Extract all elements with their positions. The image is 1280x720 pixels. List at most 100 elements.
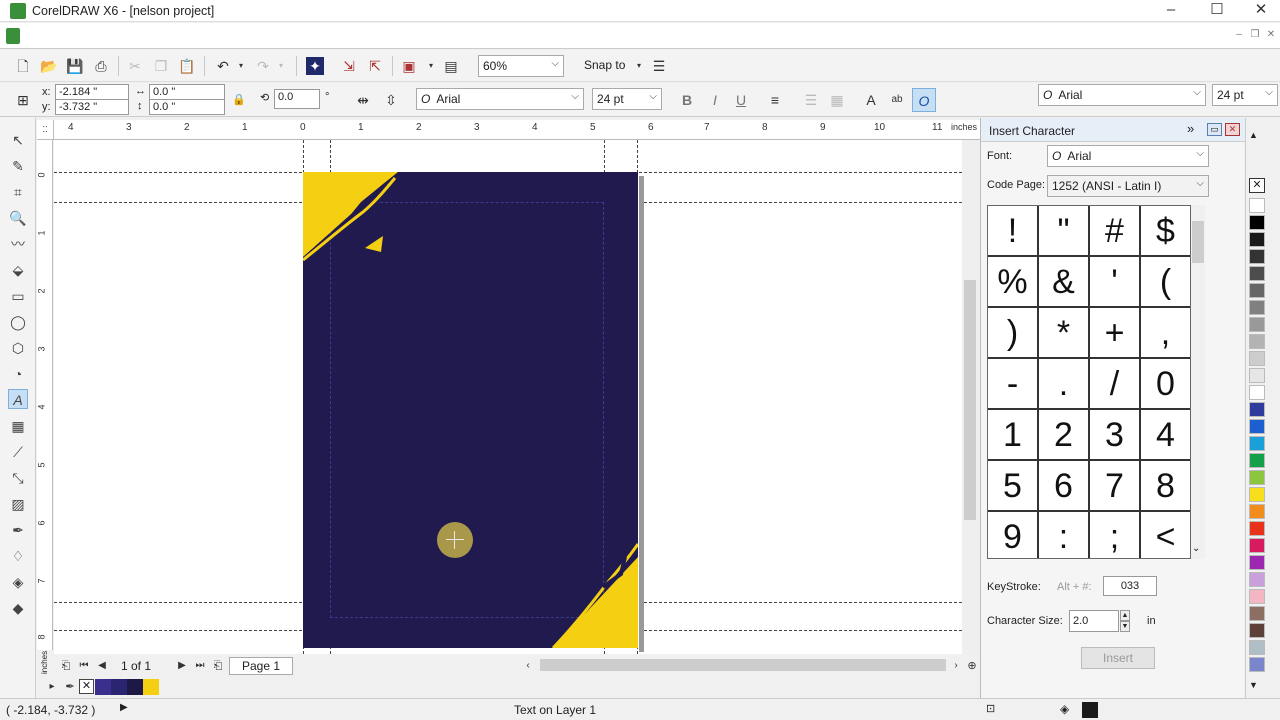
palette-swatch[interactable] bbox=[1249, 521, 1265, 536]
print-icon[interactable]: ⎙ bbox=[92, 57, 110, 75]
status-arrow-icon[interactable]: ▶ bbox=[120, 702, 128, 713]
undo-icon[interactable]: ↶ bbox=[214, 57, 232, 75]
insert-button[interactable]: Insert bbox=[1081, 647, 1155, 669]
character-cell[interactable]: ) bbox=[988, 308, 1039, 359]
document-page[interactable] bbox=[303, 172, 638, 648]
ruler-origin[interactable]: ⁚⁚ bbox=[37, 120, 54, 140]
freehand-tool-icon[interactable]: 〰 bbox=[8, 234, 28, 254]
color-eyedropper-icon[interactable]: ✒ bbox=[61, 678, 79, 696]
palette-swatch[interactable] bbox=[1249, 538, 1265, 553]
drawing-window[interactable] bbox=[54, 140, 962, 654]
palette-swatch[interactable] bbox=[1249, 555, 1265, 570]
character-cell[interactable]: * bbox=[1039, 308, 1090, 359]
horizontal-scroll-thumb[interactable] bbox=[540, 659, 946, 671]
no-color-swatch[interactable]: ✕ bbox=[79, 679, 94, 694]
zoom-fit-icon[interactable]: ⊕ bbox=[963, 657, 981, 675]
ellipse-tool-icon[interactable]: ◯ bbox=[8, 312, 28, 332]
palette-swatch[interactable] bbox=[1249, 266, 1265, 281]
welcome-screen-icon[interactable]: ▤ bbox=[442, 57, 460, 75]
text-tool-icon[interactable]: A bbox=[8, 389, 28, 409]
scroll-left-icon[interactable]: ‹ bbox=[519, 657, 537, 675]
copy-icon[interactable]: ❐ bbox=[152, 57, 170, 75]
palette-swatch[interactable] bbox=[1249, 317, 1265, 332]
options-icon[interactable]: ☰ bbox=[650, 57, 668, 75]
mdi-close-button[interactable]: ✕ bbox=[1264, 28, 1278, 42]
add-page-icon[interactable]: ⎗ bbox=[57, 657, 75, 675]
character-cell[interactable]: 0 bbox=[1141, 359, 1190, 410]
palette-swatch[interactable] bbox=[1249, 198, 1265, 213]
character-cell[interactable]: 3 bbox=[1090, 410, 1141, 461]
add-page-after-icon[interactable]: ⎗ bbox=[209, 657, 227, 675]
palette-menu-icon[interactable]: ▸ bbox=[43, 678, 61, 696]
effects-tool-icon[interactable]: ▨ bbox=[8, 494, 28, 514]
size-down-icon[interactable]: ▼ bbox=[1120, 621, 1130, 632]
palette-swatch[interactable] bbox=[1249, 640, 1265, 655]
first-page-icon[interactable]: ⏮ bbox=[75, 657, 93, 675]
character-grid-scrollbar[interactable]: ⌄ bbox=[1191, 205, 1205, 559]
horizontal-ruler[interactable]: 4 3 2 1 0 1 2 3 4 5 6 7 8 9 10 11 inches bbox=[54, 120, 980, 140]
smart-fill-icon[interactable]: ⬙ bbox=[8, 260, 28, 280]
edit-text-icon[interactable]: ab bbox=[888, 91, 906, 109]
size-up-icon[interactable]: ▲ bbox=[1120, 610, 1130, 621]
undo-dropdown-icon[interactable]: ▾ bbox=[232, 57, 250, 75]
document-swatch[interactable] bbox=[127, 679, 143, 695]
application-launcher-icon[interactable]: ▣ bbox=[400, 57, 418, 75]
palette-swatch[interactable] bbox=[1249, 572, 1265, 587]
x-position-field[interactable]: -2.184 " bbox=[55, 84, 129, 100]
page-tab[interactable]: Page 1 bbox=[229, 657, 293, 675]
close-button[interactable]: ✕ bbox=[1238, 0, 1280, 22]
paste-icon[interactable]: 📋 bbox=[178, 57, 196, 75]
font-size-select-right[interactable]: 24 pt ⌵ bbox=[1212, 84, 1278, 106]
eyedropper-tool-icon[interactable]: ✒ bbox=[8, 520, 28, 540]
new-document-icon[interactable]: 🗋 bbox=[14, 57, 32, 75]
underline-icon[interactable]: U bbox=[732, 91, 750, 109]
palette-scroll-down-icon[interactable]: ▼ bbox=[1249, 680, 1258, 690]
fill-indicator-icon[interactable]: ◈ bbox=[1060, 702, 1069, 716]
mdi-minimize-button[interactable]: – bbox=[1232, 28, 1246, 42]
character-cell[interactable]: ; bbox=[1090, 512, 1141, 558]
vertical-scroll-thumb[interactable] bbox=[964, 280, 976, 520]
character-cell[interactable]: . bbox=[1039, 359, 1090, 410]
palette-scroll-up-icon[interactable]: ▲ bbox=[1249, 130, 1258, 140]
text-align-icon[interactable]: ≡ bbox=[766, 91, 784, 109]
character-cell[interactable]: - bbox=[988, 359, 1039, 410]
dimension-tool-icon[interactable]: ⟋ bbox=[8, 442, 28, 462]
snap-dropdown-icon[interactable]: ▾ bbox=[630, 57, 648, 75]
palette-swatch[interactable] bbox=[1249, 436, 1265, 451]
pick-tool-icon[interactable]: ↖ bbox=[8, 130, 28, 150]
connector-tool-icon[interactable]: ⤡ bbox=[8, 468, 28, 488]
text-properties-icon[interactable]: A bbox=[862, 91, 880, 109]
docker-close-icon[interactable]: ✕ bbox=[1225, 123, 1240, 136]
color-proof-icon[interactable]: ⊡ bbox=[986, 702, 995, 715]
drop-cap-icon[interactable]: ▦ bbox=[828, 91, 846, 109]
open-icon[interactable]: 📂 bbox=[40, 57, 58, 75]
palette-swatch[interactable] bbox=[1249, 487, 1265, 502]
character-cell[interactable]: 4 bbox=[1141, 410, 1190, 461]
interactive-fill-icon[interactable]: ◆ bbox=[8, 598, 28, 618]
codepage-select[interactable]: 1252 (ANSI - Latin I) ⌵ bbox=[1047, 175, 1209, 197]
character-cell[interactable]: % bbox=[988, 257, 1039, 308]
character-cell[interactable]: < bbox=[1141, 512, 1190, 558]
no-fill-swatch[interactable]: ✕ bbox=[1249, 178, 1265, 193]
palette-swatch[interactable] bbox=[1249, 351, 1265, 366]
palette-swatch[interactable] bbox=[1249, 249, 1265, 264]
object-origin-icon[interactable]: ⊞ bbox=[14, 91, 32, 109]
redo-dropdown-icon[interactable]: ▾ bbox=[272, 57, 290, 75]
document-swatch[interactable] bbox=[143, 679, 159, 695]
character-cell[interactable]: 1 bbox=[988, 410, 1039, 461]
palette-swatch[interactable] bbox=[1249, 402, 1265, 417]
palette-swatch[interactable] bbox=[1249, 300, 1265, 315]
palette-swatch[interactable] bbox=[1249, 368, 1265, 383]
character-cell[interactable]: 7 bbox=[1090, 461, 1141, 512]
outline-color-swatch[interactable] bbox=[1082, 702, 1098, 718]
outline-tool-icon[interactable]: ♢ bbox=[8, 546, 28, 566]
redo-icon[interactable]: ↷ bbox=[254, 57, 272, 75]
rotation-field[interactable]: 0.0 bbox=[274, 89, 320, 109]
palette-swatch[interactable] bbox=[1249, 589, 1265, 604]
prev-page-icon[interactable]: ◀ bbox=[93, 657, 111, 675]
width-field[interactable]: 0.0 " bbox=[149, 84, 225, 100]
palette-swatch[interactable] bbox=[1249, 657, 1265, 672]
character-cell[interactable]: 8 bbox=[1141, 461, 1190, 512]
font-select[interactable]: O Arial ⌵ bbox=[416, 88, 584, 110]
character-cell[interactable]: 5 bbox=[988, 461, 1039, 512]
